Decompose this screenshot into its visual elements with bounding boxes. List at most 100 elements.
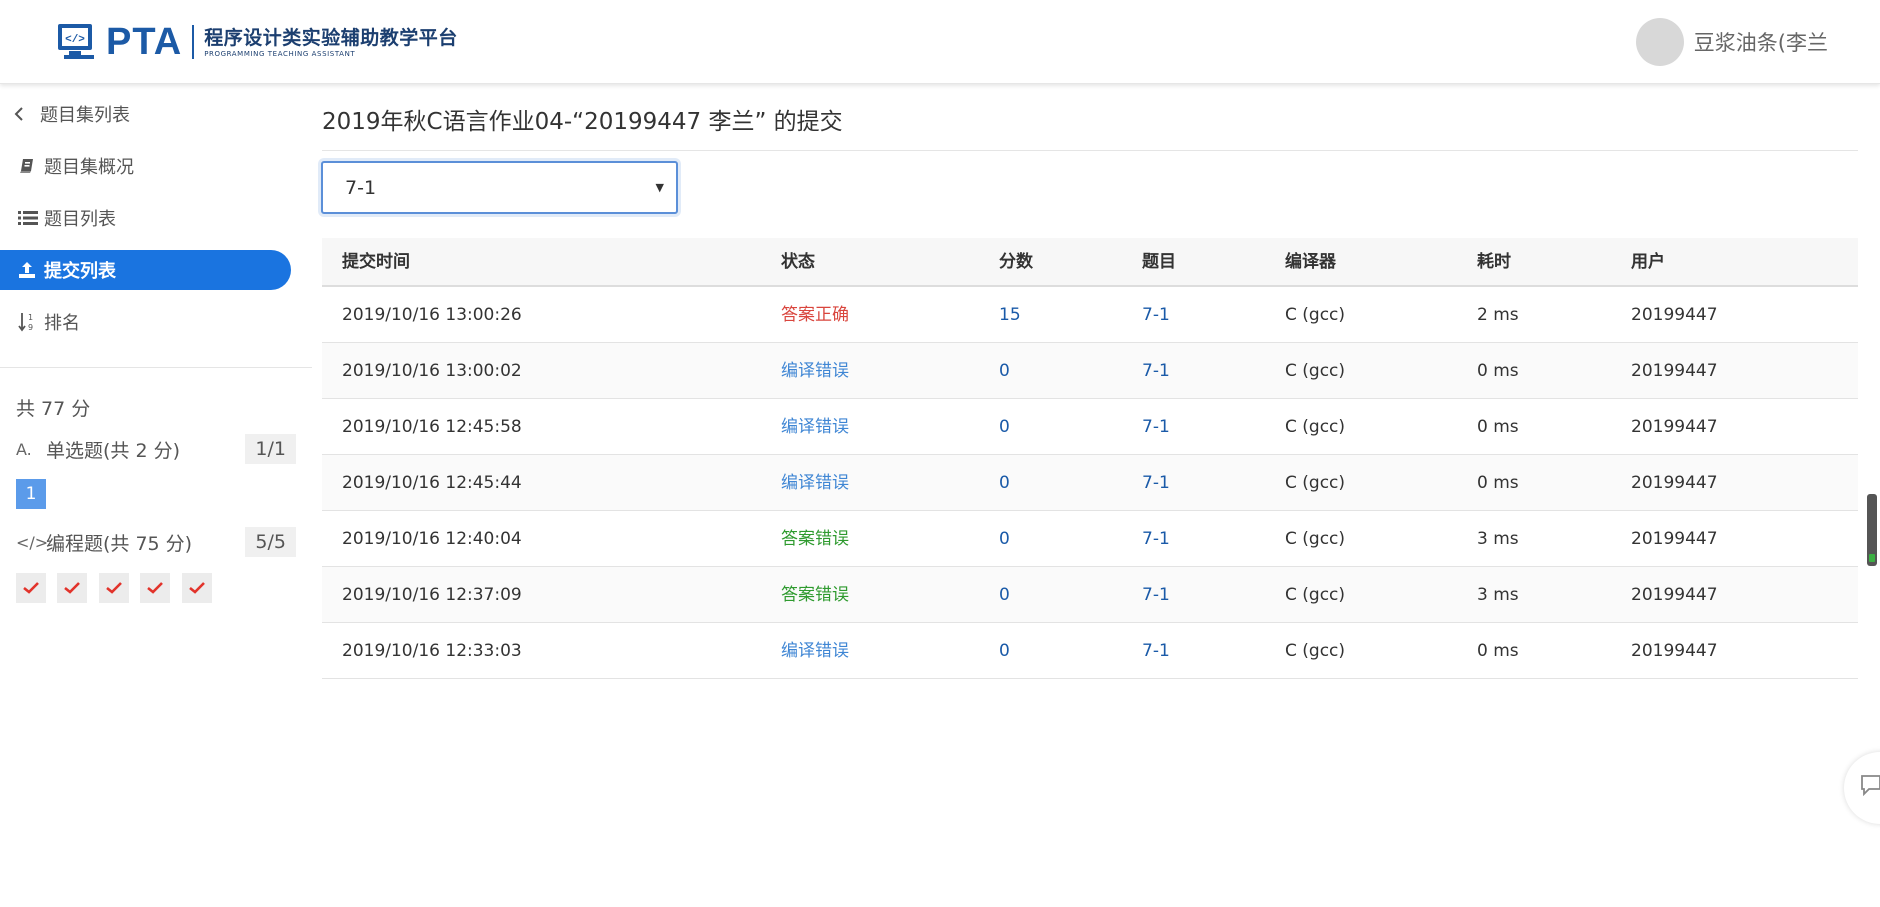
question-box[interactable] — [182, 573, 212, 603]
sidebar-item-label: 题目列表 — [44, 209, 116, 230]
column-header: 分数 — [999, 252, 1033, 272]
sort-icon: 19 — [18, 312, 44, 332]
section-programming: </> 编程题(共 75 分) 5/5 — [16, 527, 296, 557]
problem-link[interactable]: 7-1 — [1142, 455, 1170, 511]
sidebar-item-label: 排名 — [44, 313, 80, 334]
column-header: 耗时 — [1477, 252, 1511, 272]
user: 20199447 — [1631, 585, 1718, 605]
question-box[interactable] — [16, 573, 46, 603]
status-link[interactable]: 编译错误 — [781, 343, 849, 399]
sidebar-divider — [0, 367, 312, 368]
status-link[interactable]: 答案错误 — [781, 511, 849, 567]
chevron-left-icon — [14, 107, 40, 121]
user: 20199447 — [1631, 529, 1718, 549]
duration: 0 ms — [1477, 417, 1519, 437]
user: 20199447 — [1631, 641, 1718, 661]
submissions-table: 提交时间 状态 分数 题目 编译器 耗时 用户 2019/10/16 13:00… — [322, 238, 1858, 679]
score-link[interactable]: 0 — [999, 455, 1010, 511]
scroll-marker — [1869, 554, 1875, 562]
table-row: 2019/10/16 13:00:02 编译错误 0 7-1 C (gcc) 0… — [322, 343, 1858, 399]
user: 20199447 — [1631, 473, 1718, 493]
checkmark-icon — [64, 579, 80, 598]
svg-text:9: 9 — [28, 323, 33, 332]
score-link[interactable]: 0 — [999, 567, 1010, 623]
code-icon: </> — [16, 532, 49, 552]
score-link[interactable]: 0 — [999, 511, 1010, 567]
submit-time: 2019/10/16 12:33:03 — [342, 641, 522, 661]
problem-link[interactable]: 7-1 — [1142, 287, 1170, 343]
compiler: C (gcc) — [1285, 305, 1346, 325]
column-header: 题目 — [1142, 252, 1176, 272]
pta-logo[interactable]: </> PTA 程序设计类实验辅助教学平台 PROGRAMMING TEACHI… — [56, 20, 458, 64]
feedback-icon — [1860, 774, 1880, 797]
submit-time: 2019/10/16 12:37:09 — [342, 585, 522, 605]
svg-text:1: 1 — [28, 313, 33, 322]
table-row: 2019/10/16 12:33:03 编译错误 0 7-1 C (gcc) 0… — [322, 623, 1858, 679]
score-link[interactable]: 15 — [999, 287, 1021, 343]
status-link[interactable]: 编译错误 — [781, 455, 849, 511]
total-score: 共 77 分 — [16, 398, 91, 420]
duration: 2 ms — [1477, 305, 1519, 325]
sidebar-item-submissions[interactable]: 提交列表 — [0, 250, 291, 290]
question-box[interactable] — [57, 573, 87, 603]
scrollbar-thumb[interactable] — [1867, 494, 1877, 566]
status-link[interactable]: 答案错误 — [781, 567, 849, 623]
page-title: 2019年秋C语言作业04-“20199447 李兰” 的提交 — [322, 109, 843, 135]
checkmark-icon — [106, 579, 122, 598]
status-link[interactable]: 编译错误 — [781, 623, 849, 679]
submit-time: 2019/10/16 12:45:58 — [342, 417, 522, 437]
problem-link[interactable]: 7-1 — [1142, 343, 1170, 399]
compiler: C (gcc) — [1285, 361, 1346, 381]
column-header: 提交时间 — [342, 252, 410, 272]
problem-link[interactable]: 7-1 — [1142, 399, 1170, 455]
select-value: 7-1 — [345, 176, 377, 199]
submit-time: 2019/10/16 12:45:44 — [342, 473, 522, 493]
submit-time: 2019/10/16 12:40:04 — [342, 529, 522, 549]
logo-separator — [192, 25, 195, 59]
logo-en-subtitle: PROGRAMMING TEACHING ASSISTANT — [204, 49, 356, 58]
table-row: 2019/10/16 12:40:04 答案错误 0 7-1 C (gcc) 3… — [322, 511, 1858, 567]
table-row: 2019/10/16 12:37:09 答案错误 0 7-1 C (gcc) 3… — [322, 567, 1858, 623]
feedback-button[interactable] — [1844, 752, 1880, 824]
column-header: 编译器 — [1285, 252, 1336, 272]
score-link[interactable]: 0 — [999, 623, 1010, 679]
sidebar-item-ranking[interactable]: 19 排名 — [0, 302, 291, 342]
checkmark-icon — [147, 579, 163, 598]
compiler: C (gcc) — [1285, 417, 1346, 437]
section-title: 单选题(共 2 分) — [46, 439, 180, 462]
status-link[interactable]: 答案正确 — [781, 287, 849, 343]
section-count: 5/5 — [245, 527, 296, 557]
sidebar-item-overview[interactable]: 题目集概况 — [0, 146, 291, 186]
question-box[interactable] — [140, 573, 170, 603]
choice-icon: A. — [16, 439, 32, 459]
submit-time: 2019/10/16 13:00:02 — [342, 361, 522, 381]
logo-cn-title: 程序设计类实验辅助教学平台 — [204, 26, 458, 49]
sidebar-item-label: 提交列表 — [44, 261, 116, 282]
table-row: 2019/10/16 13:00:26 答案正确 15 7-1 C (gcc) … — [322, 287, 1858, 343]
title-divider — [322, 150, 1858, 151]
score-link[interactable]: 0 — [999, 343, 1010, 399]
question-box[interactable] — [99, 573, 129, 603]
score-link[interactable]: 0 — [999, 399, 1010, 455]
problem-link[interactable]: 7-1 — [1142, 511, 1170, 567]
compiler: C (gcc) — [1285, 473, 1346, 493]
sidebar-item-problem-list[interactable]: 题目列表 — [0, 198, 291, 238]
submit-time: 2019/10/16 13:00:26 — [342, 305, 522, 325]
status-link[interactable]: 编译错误 — [781, 399, 849, 455]
section-count: 1/1 — [245, 434, 296, 464]
column-header: 状态 — [781, 252, 815, 272]
user-name[interactable]: 豆浆油条(李兰 — [1694, 27, 1828, 57]
question-box[interactable]: 1 — [16, 479, 46, 509]
problem-link[interactable]: 7-1 — [1142, 623, 1170, 679]
duration: 3 ms — [1477, 585, 1519, 605]
sidebar: 题目集列表 题目集概况 题目列表 提交列表 19 排名 共 77 分 A. 单选… — [0, 84, 312, 907]
problem-link[interactable]: 7-1 — [1142, 567, 1170, 623]
user-menu[interactable]: 豆浆油条(李兰 — [1635, 18, 1828, 66]
problem-filter-select[interactable]: 7-1 ▼ — [321, 161, 678, 214]
avatar[interactable] — [1635, 18, 1684, 66]
duration: 0 ms — [1477, 641, 1519, 661]
table-row: 2019/10/16 12:45:58 编译错误 0 7-1 C (gcc) 0… — [322, 399, 1858, 455]
logo-text: 程序设计类实验辅助教学平台 PROGRAMMING TEACHING ASSIS… — [204, 26, 458, 59]
top-header: </> PTA 程序设计类实验辅助教学平台 PROGRAMMING TEACHI… — [0, 0, 1880, 84]
back-to-problem-sets[interactable]: 题目集列表 — [0, 94, 291, 134]
